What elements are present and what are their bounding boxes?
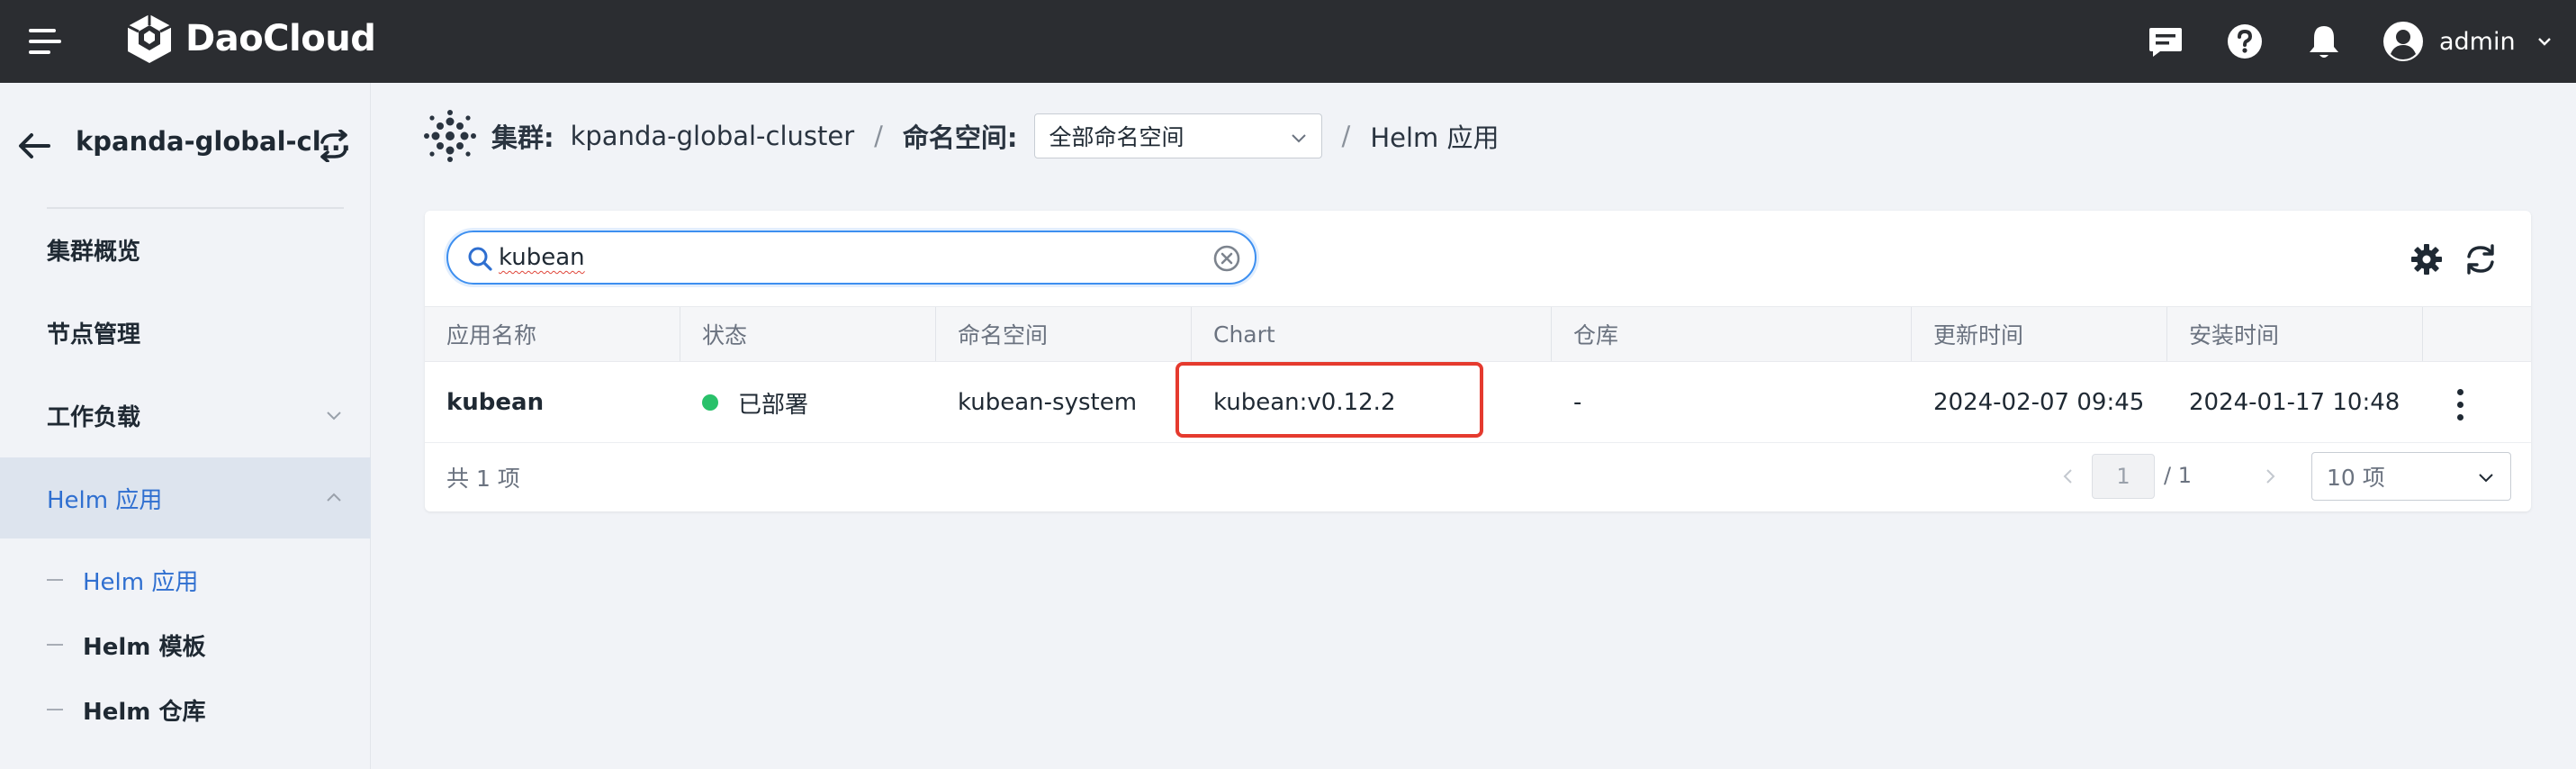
column-header-namespace[interactable]: 命名空间 — [936, 307, 1192, 361]
switch-cluster-icon[interactable] — [317, 130, 351, 162]
settings-gear-icon[interactable] — [2409, 241, 2445, 277]
clear-search-icon[interactable] — [1213, 245, 1240, 272]
helm-apps-card: kubean 应用名称 状态 命名空间 Chart 仓库 更新时间 安装时间 k… — [425, 211, 2531, 511]
search-input[interactable]: kubean — [446, 231, 1256, 285]
next-page-icon[interactable] — [2261, 466, 2279, 486]
status-text: 已部署 — [738, 391, 809, 419]
breadcrumb-separator: / — [874, 121, 883, 151]
sidebar-item-label: Helm 应用 — [47, 486, 163, 514]
sidebar-subitem-helm-templates[interactable]: Helm 模板 — [47, 627, 205, 663]
sidebar-subitem-helm-repos[interactable]: Helm 仓库 — [47, 692, 205, 728]
user-menu[interactable]: admin — [2382, 16, 2553, 67]
column-header-actions — [2423, 307, 2531, 361]
cell-updated: 2024-02-07 09:45 — [1933, 389, 2145, 416]
chevron-down-icon — [327, 412, 341, 421]
chevron-down-icon — [2537, 38, 2551, 46]
column-header-installed[interactable]: 安装时间 — [2167, 307, 2423, 361]
table-header: 应用名称 状态 命名空间 Chart 仓库 更新时间 安装时间 — [425, 306, 2531, 362]
sidebar-item-label: 节点管理 — [47, 321, 141, 348]
sidebar-header: kpanda-global-cl... — [0, 83, 371, 207]
cell-repo: - — [1573, 389, 1582, 416]
chevron-down-icon — [2479, 474, 2493, 483]
sidebar-item-workloads[interactable]: 工作负载 — [0, 375, 371, 456]
sidebar-item-cluster-overview[interactable]: 集群概览 — [0, 209, 371, 290]
column-header-app-name[interactable]: 应用名称 — [425, 307, 680, 361]
cell-namespace: kubean-system — [958, 389, 1138, 416]
cell-installed: 2024-01-17 10:48 — [2189, 389, 2400, 416]
sidebar-item-helm-apps[interactable]: Helm 应用 — [0, 457, 371, 538]
top-bar: DaoCloud admin — [0, 0, 2576, 83]
search-icon — [468, 247, 492, 271]
chevron-down-icon — [1291, 134, 1306, 143]
brand-name: DaoCloud — [185, 18, 376, 59]
brand-logo[interactable]: DaoCloud — [124, 11, 376, 67]
daocloud-logo-icon — [127, 14, 172, 63]
page-number-input[interactable]: 1 — [2092, 454, 2155, 499]
sidebar: kpanda-global-cl... 集群概览 节点管理 工作负载 Helm … — [0, 83, 371, 769]
message-icon[interactable] — [2144, 20, 2187, 63]
sidebar-subitem-label: Helm 应用 — [83, 568, 199, 596]
cell-status: 已部署 — [680, 362, 808, 443]
sidebar-subitem-helm-apps[interactable]: Helm 应用 — [47, 562, 198, 598]
prev-page-icon[interactable] — [2059, 466, 2077, 486]
column-header-updated[interactable]: 更新时间 — [1912, 307, 2167, 361]
column-header-repo[interactable]: 仓库 — [1552, 307, 1912, 361]
cluster-label: 集群: — [491, 122, 554, 153]
username: admin — [2439, 27, 2516, 56]
breadcrumb-cluster[interactable]: kpanda-global-cluster — [571, 121, 855, 151]
chevron-up-icon — [327, 493, 341, 502]
menu-icon[interactable] — [27, 23, 63, 59]
breadcrumb: 集群: kpanda-global-cluster / 命名空间: 全部命名空间… — [423, 106, 1500, 166]
breadcrumb-current-page: Helm 应用 — [1370, 122, 1500, 153]
page-size-select[interactable]: 10 项 — [2311, 452, 2511, 501]
refresh-icon[interactable] — [2463, 241, 2499, 277]
total-count: 共 1 项 — [446, 466, 520, 492]
sidebar-subitem-label: Helm 仓库 — [83, 698, 206, 726]
more-actions-icon[interactable] — [2455, 387, 2466, 423]
sidebar-item-label: 集群概览 — [47, 238, 141, 266]
page-total: / 1 — [2164, 463, 2192, 488]
namespace-select-value: 全部命名空间 — [1049, 124, 1184, 150]
back-arrow-icon[interactable] — [16, 128, 52, 164]
namespace-select[interactable]: 全部命名空间 — [1033, 113, 1322, 158]
breadcrumb-separator: / — [1341, 121, 1351, 151]
column-header-status[interactable]: 状态 — [680, 307, 936, 361]
sidebar-subitem-label: Helm 模板 — [83, 633, 206, 661]
chart-highlight-box — [1175, 362, 1483, 438]
cluster-name: kpanda-global-cl... — [76, 126, 351, 157]
namespace-label: 命名空间: — [902, 122, 1018, 153]
avatar-icon — [2383, 22, 2423, 61]
cluster-module-icon — [424, 110, 476, 162]
sidebar-item-label: 工作负载 — [47, 403, 141, 431]
notification-bell-icon[interactable] — [2302, 20, 2346, 63]
help-icon[interactable] — [2223, 20, 2266, 63]
sidebar-item-node-management[interactable]: 节点管理 — [0, 292, 371, 373]
search-value: kubean — [499, 244, 585, 271]
cell-app-name[interactable]: kubean — [425, 362, 544, 443]
status-dot-icon — [702, 394, 718, 411]
page-size-value: 10 项 — [2327, 465, 2385, 491]
column-header-chart[interactable]: Chart — [1192, 307, 1552, 361]
